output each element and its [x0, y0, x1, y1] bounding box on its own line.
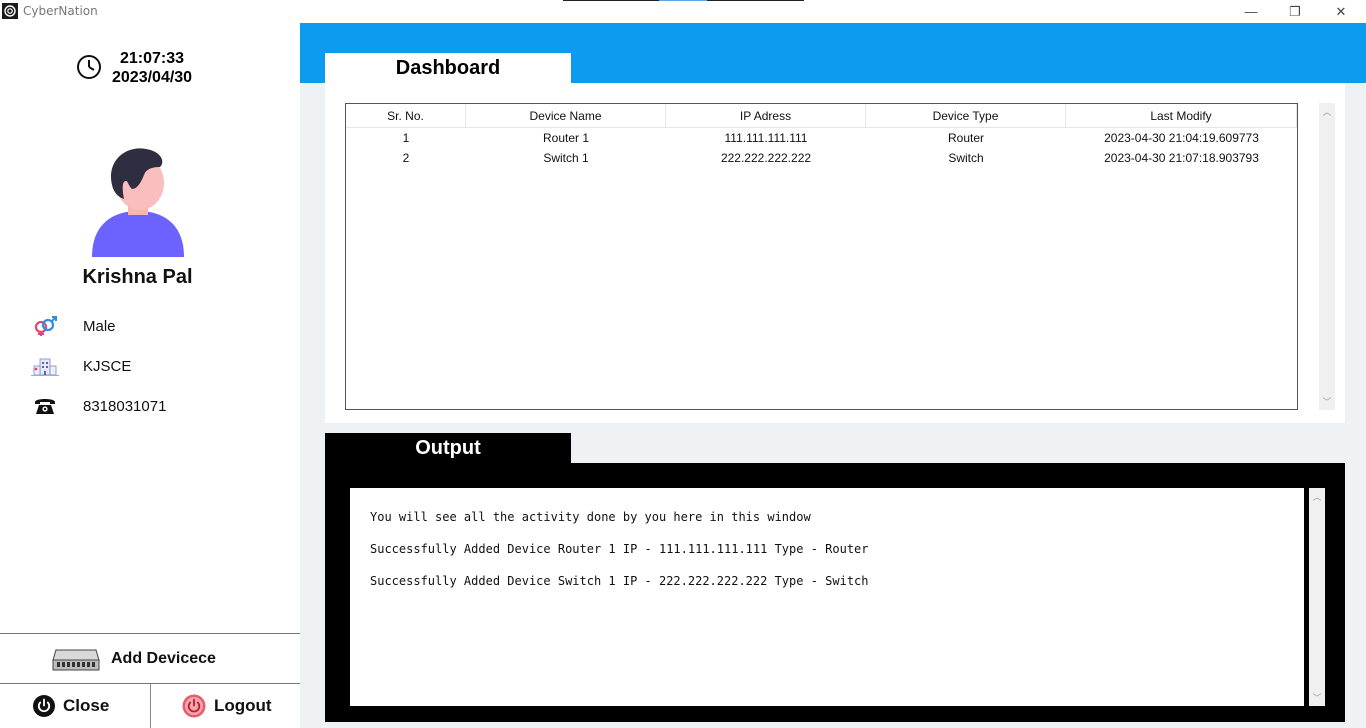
scroll-up-arrow-icon[interactable]: ︿: [1319, 105, 1335, 118]
clock-icon: [77, 55, 101, 79]
title-bar: CyberNation — ❐ ✕: [0, 0, 1366, 23]
log-line: You will see all the activity done by yo…: [370, 510, 811, 524]
close-button[interactable]: Close: [33, 684, 109, 728]
gender-value: Male: [83, 317, 116, 335]
dashboard-panel: Sr. No. Device Name IP Adress Device Typ…: [325, 83, 1345, 423]
close-label: Close: [63, 696, 110, 715]
app-logo-icon: [2, 3, 18, 19]
table-row[interactable]: 2 Switch 1 222.222.222.222 Switch 2023-0…: [346, 148, 1297, 168]
main-area: Dashboard Sr. No. Device Name IP Adress …: [300, 23, 1366, 728]
output-scrollbar[interactable]: ︿ ﹀: [1309, 488, 1325, 706]
cell-sr-no: 2: [402, 151, 410, 165]
column-header-ip-address[interactable]: IP Adress: [666, 104, 866, 127]
cell-device-type: Router: [947, 131, 985, 145]
cell-sr-no: 1: [402, 131, 410, 145]
logout-button[interactable]: Logout: [182, 684, 272, 728]
scroll-up-arrow-icon[interactable]: ︿: [1309, 490, 1325, 503]
user-name: Krishna Pal: [82, 266, 193, 288]
minimize-button[interactable]: —: [1228, 0, 1274, 23]
network-switch-icon: [52, 649, 100, 671]
title-strip: [563, 0, 804, 1]
cell-last-modify: 2023-04-30 21:04:19.609773: [1104, 131, 1259, 145]
avatar: [92, 148, 184, 257]
column-header-sr-no[interactable]: Sr. No.: [346, 104, 466, 127]
current-time: 21:07:33: [119, 50, 185, 67]
telephone-icon: [30, 395, 60, 417]
tab-output[interactable]: Output: [325, 433, 571, 463]
table-row[interactable]: 1 Router 1 111.111.111.111 Router 2023-0…: [346, 128, 1297, 148]
column-header-device-name[interactable]: Device Name: [466, 104, 666, 127]
college-building-icon: [30, 355, 60, 377]
sidebar: 21:07:33 2023/04/30 Krishna Pal Male KJS…: [0, 23, 300, 728]
college-value: KJSCE: [83, 357, 132, 375]
log-line: Successfully Added Device Router 1 IP - …: [370, 542, 869, 556]
device-table[interactable]: Sr. No. Device Name IP Adress Device Typ…: [345, 103, 1298, 410]
cell-device-type: Switch: [948, 151, 984, 165]
logout-power-icon: [182, 694, 206, 718]
add-device-label: Add Devicece: [111, 650, 216, 667]
dashboard-scrollbar[interactable]: ︿ ﹀: [1319, 103, 1335, 410]
table-header: Sr. No. Device Name IP Adress Device Typ…: [346, 104, 1297, 128]
cell-ip-address: 222.222.222.222: [720, 151, 812, 165]
current-date: 2023/04/30: [112, 69, 193, 86]
phone-row: 8318031071: [30, 393, 290, 419]
cell-ip-address: 111.111.111.111: [724, 131, 808, 145]
window-title: CyberNation: [23, 4, 98, 18]
add-device-button[interactable]: Add Devicece: [0, 634, 300, 684]
output-log[interactable]: You will see all the activity done by yo…: [350, 488, 1304, 706]
clock-display: 21:07:33 2023/04/30: [112, 49, 192, 87]
column-header-last-modify[interactable]: Last Modify: [1066, 104, 1297, 127]
gender-icon: [30, 315, 60, 337]
tab-dashboard[interactable]: Dashboard: [325, 53, 571, 83]
college-row: KJSCE: [30, 353, 290, 379]
cell-device-name: Router 1: [542, 131, 590, 145]
bottom-divider: [150, 684, 151, 728]
close-window-button[interactable]: ✕: [1318, 0, 1364, 23]
log-line: Successfully Added Device Switch 1 IP - …: [370, 574, 869, 588]
phone-value: 8318031071: [83, 397, 167, 415]
output-panel: You will see all the activity done by yo…: [325, 463, 1345, 722]
column-header-device-type[interactable]: Device Type: [866, 104, 1066, 127]
logout-label: Logout: [214, 696, 272, 715]
restore-button[interactable]: ❐: [1272, 0, 1318, 23]
cell-last-modify: 2023-04-30 21:07:18.903793: [1104, 151, 1259, 165]
cell-device-name: Switch 1: [543, 151, 589, 165]
scroll-down-arrow-icon[interactable]: ﹀: [1309, 691, 1325, 704]
gender-row: Male: [30, 313, 290, 339]
power-icon: [33, 695, 55, 717]
scroll-down-arrow-icon[interactable]: ﹀: [1319, 395, 1335, 408]
